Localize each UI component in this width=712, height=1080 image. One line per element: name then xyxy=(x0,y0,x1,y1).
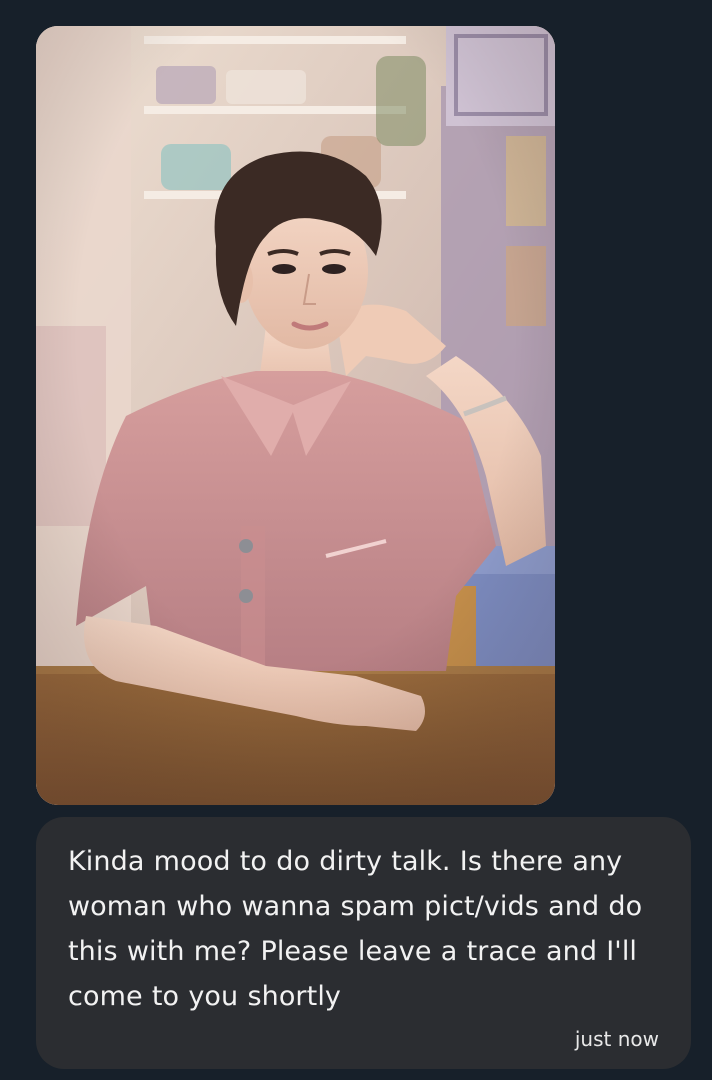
message-bubble[interactable]: Kinda mood to do dirty talk. Is there an… xyxy=(36,817,691,1069)
message-photo[interactable] xyxy=(36,26,555,805)
message-timestamp: just now xyxy=(574,1027,659,1051)
message-text: Kinda mood to do dirty talk. Is there an… xyxy=(68,846,643,1012)
photo-image xyxy=(36,26,555,805)
